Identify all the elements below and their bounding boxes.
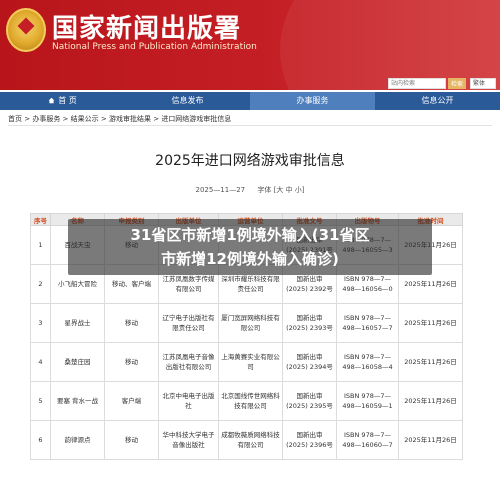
table-cell: 6 [30, 420, 51, 460]
breadcrumb-game-approval[interactable]: 游戏审批结果 [109, 115, 151, 123]
table-row: 5 要塞 背水一战 客户端 北京中电电子出版社 北京国线传世网络科技有限公司 国新出审 (2… [30, 381, 463, 421]
breadcrumb-current[interactable]: 进口网络游戏审批信息 [161, 115, 231, 123]
national-emblem-icon [6, 8, 46, 52]
table-cell: 江苏凤凰电子音像出版社有限公司 [158, 342, 219, 382]
table-cell: 移动 [104, 342, 159, 382]
search-button[interactable]: 检索 [448, 78, 466, 89]
site-subtitle: National Press and Publication Administr… [52, 42, 257, 52]
nav-item-services[interactable]: 办事服务 [250, 92, 375, 110]
table-row: 4 桑楚庄园 移动 江苏凤凰电子音像出版社有限公司 上海黄赛实业有限公司 国新出审 (202… [30, 342, 463, 382]
table-cell: 星界战士 [50, 303, 105, 343]
font-size-label: 字体 [257, 186, 272, 194]
main-nav: 首 页 信息发布 办事服务 信息公开 [0, 92, 500, 110]
nav-item-info-disclosure[interactable]: 信息公开 [375, 92, 500, 110]
nav-item-home[interactable]: 首 页 [0, 92, 125, 110]
table-cell: 桑楚庄园 [50, 342, 105, 382]
table-cell: 北京国线传世网络科技有限公司 [218, 381, 283, 421]
font-size-options[interactable]: [大 中 小] [274, 186, 305, 194]
table-cell: 华中科技大学电子音像出版社 [158, 420, 219, 460]
table-cell: 上海黄赛实业有限公司 [218, 342, 283, 382]
table-cell: 要塞 背水一战 [50, 381, 105, 421]
table-cell: 3 [30, 303, 51, 343]
overlay-caption: 31省区市新增1例境外输入(31省区 市新增12例境外输入确诊) [68, 223, 432, 271]
language-select[interactable]: 繁体 [470, 78, 496, 89]
nav-item-info-release[interactable]: 信息发布 [125, 92, 250, 110]
table-cell: 辽宁电子出版社有限责任公司 [158, 303, 219, 343]
overlay-line: 市新增12例境外输入确诊) [161, 250, 339, 268]
table-row: 6 韵律源点 移动 华中科技大学电子音像出版社 成都牧薇质网络科技有限公司 国新出审 (20… [30, 420, 463, 460]
table-cell: 国新出审 (2025) 2396号 [282, 420, 337, 460]
breadcrumb-home[interactable]: 首页 [8, 115, 22, 123]
table-cell: ISBN 978—7—498—16058—4 [336, 342, 399, 382]
breadcrumb-services[interactable]: 办事服务 [32, 115, 60, 123]
table-cell: ISBN 978—7—498—16059—1 [336, 381, 399, 421]
table-cell: 移动 [104, 420, 159, 460]
breadcrumb-results[interactable]: 结果公示 [71, 115, 99, 123]
nav-item-label: 信息公开 [421, 96, 454, 105]
col-header: 序号 [30, 213, 51, 226]
table-cell: 移动 [104, 303, 159, 343]
table-cell: 2025年11月26日 [398, 342, 463, 382]
overlay-line: 31省区市新增1例境外输入(31省区 [130, 226, 370, 244]
table-cell: ISBN 978—7—498—16060—7 [336, 420, 399, 460]
article-meta: 2025—11—27 字体 [大 中 小] [0, 185, 500, 195]
table-cell: 1 [30, 225, 51, 265]
nav-item-label: 信息发布 [171, 96, 204, 105]
table-row: 3 星界战士 移动 辽宁电子出版社有限责任公司 厦门宽屏网络科技有限公司 国新出审 (202… [30, 303, 463, 343]
nav-item-label: 办事服务 [296, 96, 329, 105]
table-cell: 国新出审 (2025) 2394号 [282, 342, 337, 382]
table-cell: 客户端 [104, 381, 159, 421]
table-cell: 成都牧薇质网络科技有限公司 [218, 420, 283, 460]
table-cell: 国新出审 (2025) 2395号 [282, 381, 337, 421]
table-cell: 2025年11月26日 [398, 381, 463, 421]
table-cell: 2025年11月26日 [398, 420, 463, 460]
table-cell: 厦门宽屏网络科技有限公司 [218, 303, 283, 343]
home-icon [48, 97, 55, 104]
breadcrumb: 首页 > 办事服务 > 结果公示 > 游戏审批结果 > 进口网络游戏审批信息 [8, 112, 492, 126]
table-cell: 2 [30, 264, 51, 304]
site-banner: 国家新闻出版署 National Press and Publication A… [0, 0, 500, 90]
nav-item-label: 首 页 [58, 96, 77, 105]
table-cell: 2025年11月26日 [398, 303, 463, 343]
table-cell: 5 [30, 381, 51, 421]
table-cell: 国新出审 (2025) 2393号 [282, 303, 337, 343]
page-title: 2025年进口网络游戏审批信息 [155, 153, 345, 169]
site-title: 国家新闻出版署 [52, 14, 242, 44]
table-cell: 北京中电电子出版社 [158, 381, 219, 421]
table-cell: 4 [30, 342, 51, 382]
table-cell: ISBN 978—7—498—16057—7 [336, 303, 399, 343]
publish-date: 2025—11—27 [195, 186, 246, 194]
table-cell: 韵律源点 [50, 420, 105, 460]
search-input[interactable] [388, 78, 446, 89]
